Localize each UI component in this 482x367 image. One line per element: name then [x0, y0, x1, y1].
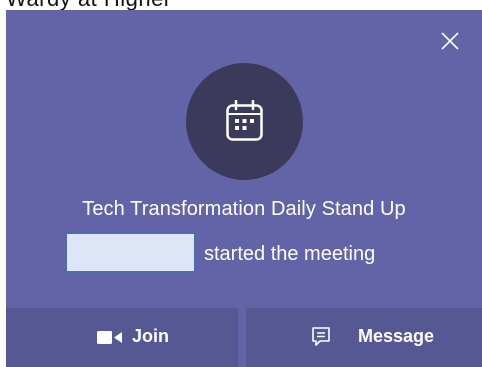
message-button[interactable]: Message — [246, 308, 482, 367]
join-label: Join — [132, 326, 170, 346]
background-window-text: Wardy at Higher — [6, 0, 172, 10]
close-button[interactable] — [438, 29, 462, 53]
calendar-icon — [226, 100, 263, 141]
meeting-title: Tech Transformation Daily Stand Up — [82, 198, 406, 220]
video-camera-icon — [97, 331, 122, 344]
meeting-started-notification: Tech Transformation Daily Stand Up start… — [6, 10, 482, 367]
chat-icon — [312, 327, 330, 346]
join-button[interactable]: Join — [6, 308, 238, 367]
organizer-name-redacted — [65, 232, 196, 273]
background-window-strip: Wardy at Higher — [0, 0, 482, 10]
close-icon — [441, 32, 459, 50]
meeting-started-text: started the meeting — [204, 243, 376, 265]
action-bar: Join Message — [6, 308, 482, 367]
message-label: Message — [358, 326, 435, 346]
action-divider — [238, 308, 246, 367]
meeting-avatar — [186, 63, 303, 180]
